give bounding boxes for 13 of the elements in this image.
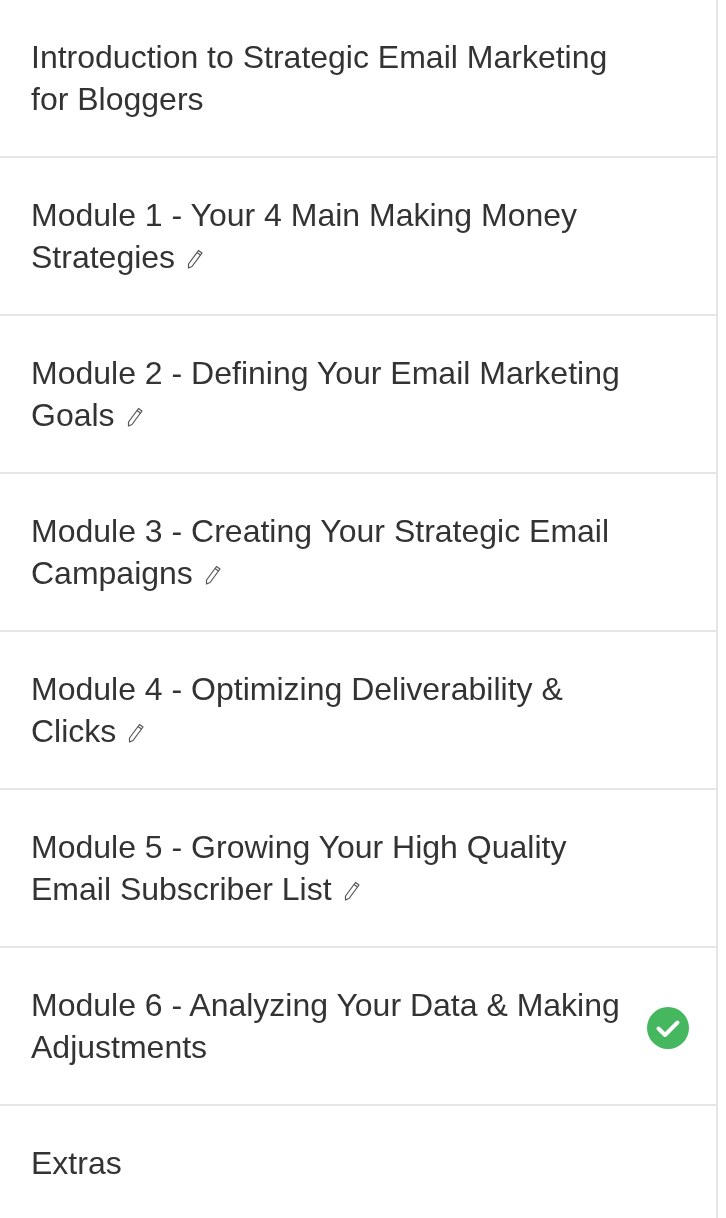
module-title[interactable]: Module 5 - Growing Your High Quality Email Subscriber List [31, 826, 646, 910]
pencil-icon[interactable] [126, 407, 144, 427]
module-title[interactable]: Module 3 - Creating Your Strategic Email Campaigns [31, 510, 646, 594]
module-title[interactable]: Module 6 - Analyzing Your Data & Making Adjustments [31, 984, 646, 1068]
pencil-icon[interactable] [128, 723, 146, 743]
module-title[interactable]: Extras [31, 1142, 646, 1184]
module-title[interactable]: Module 2 - Defining Your Email Marketing Goals [31, 352, 646, 436]
pencil-icon[interactable] [204, 565, 222, 585]
module-title[interactable]: Module 4 - Optimizing Deliverability & Clicks [31, 668, 646, 752]
pencil-icon[interactable] [187, 249, 205, 269]
module-title[interactable]: Module 1 - Your 4 Main Making Money Strategies [31, 194, 646, 278]
module-title[interactable]: Introduction to Strategic Email Marketing for Bloggers [31, 36, 646, 120]
pencil-icon[interactable] [343, 881, 361, 901]
